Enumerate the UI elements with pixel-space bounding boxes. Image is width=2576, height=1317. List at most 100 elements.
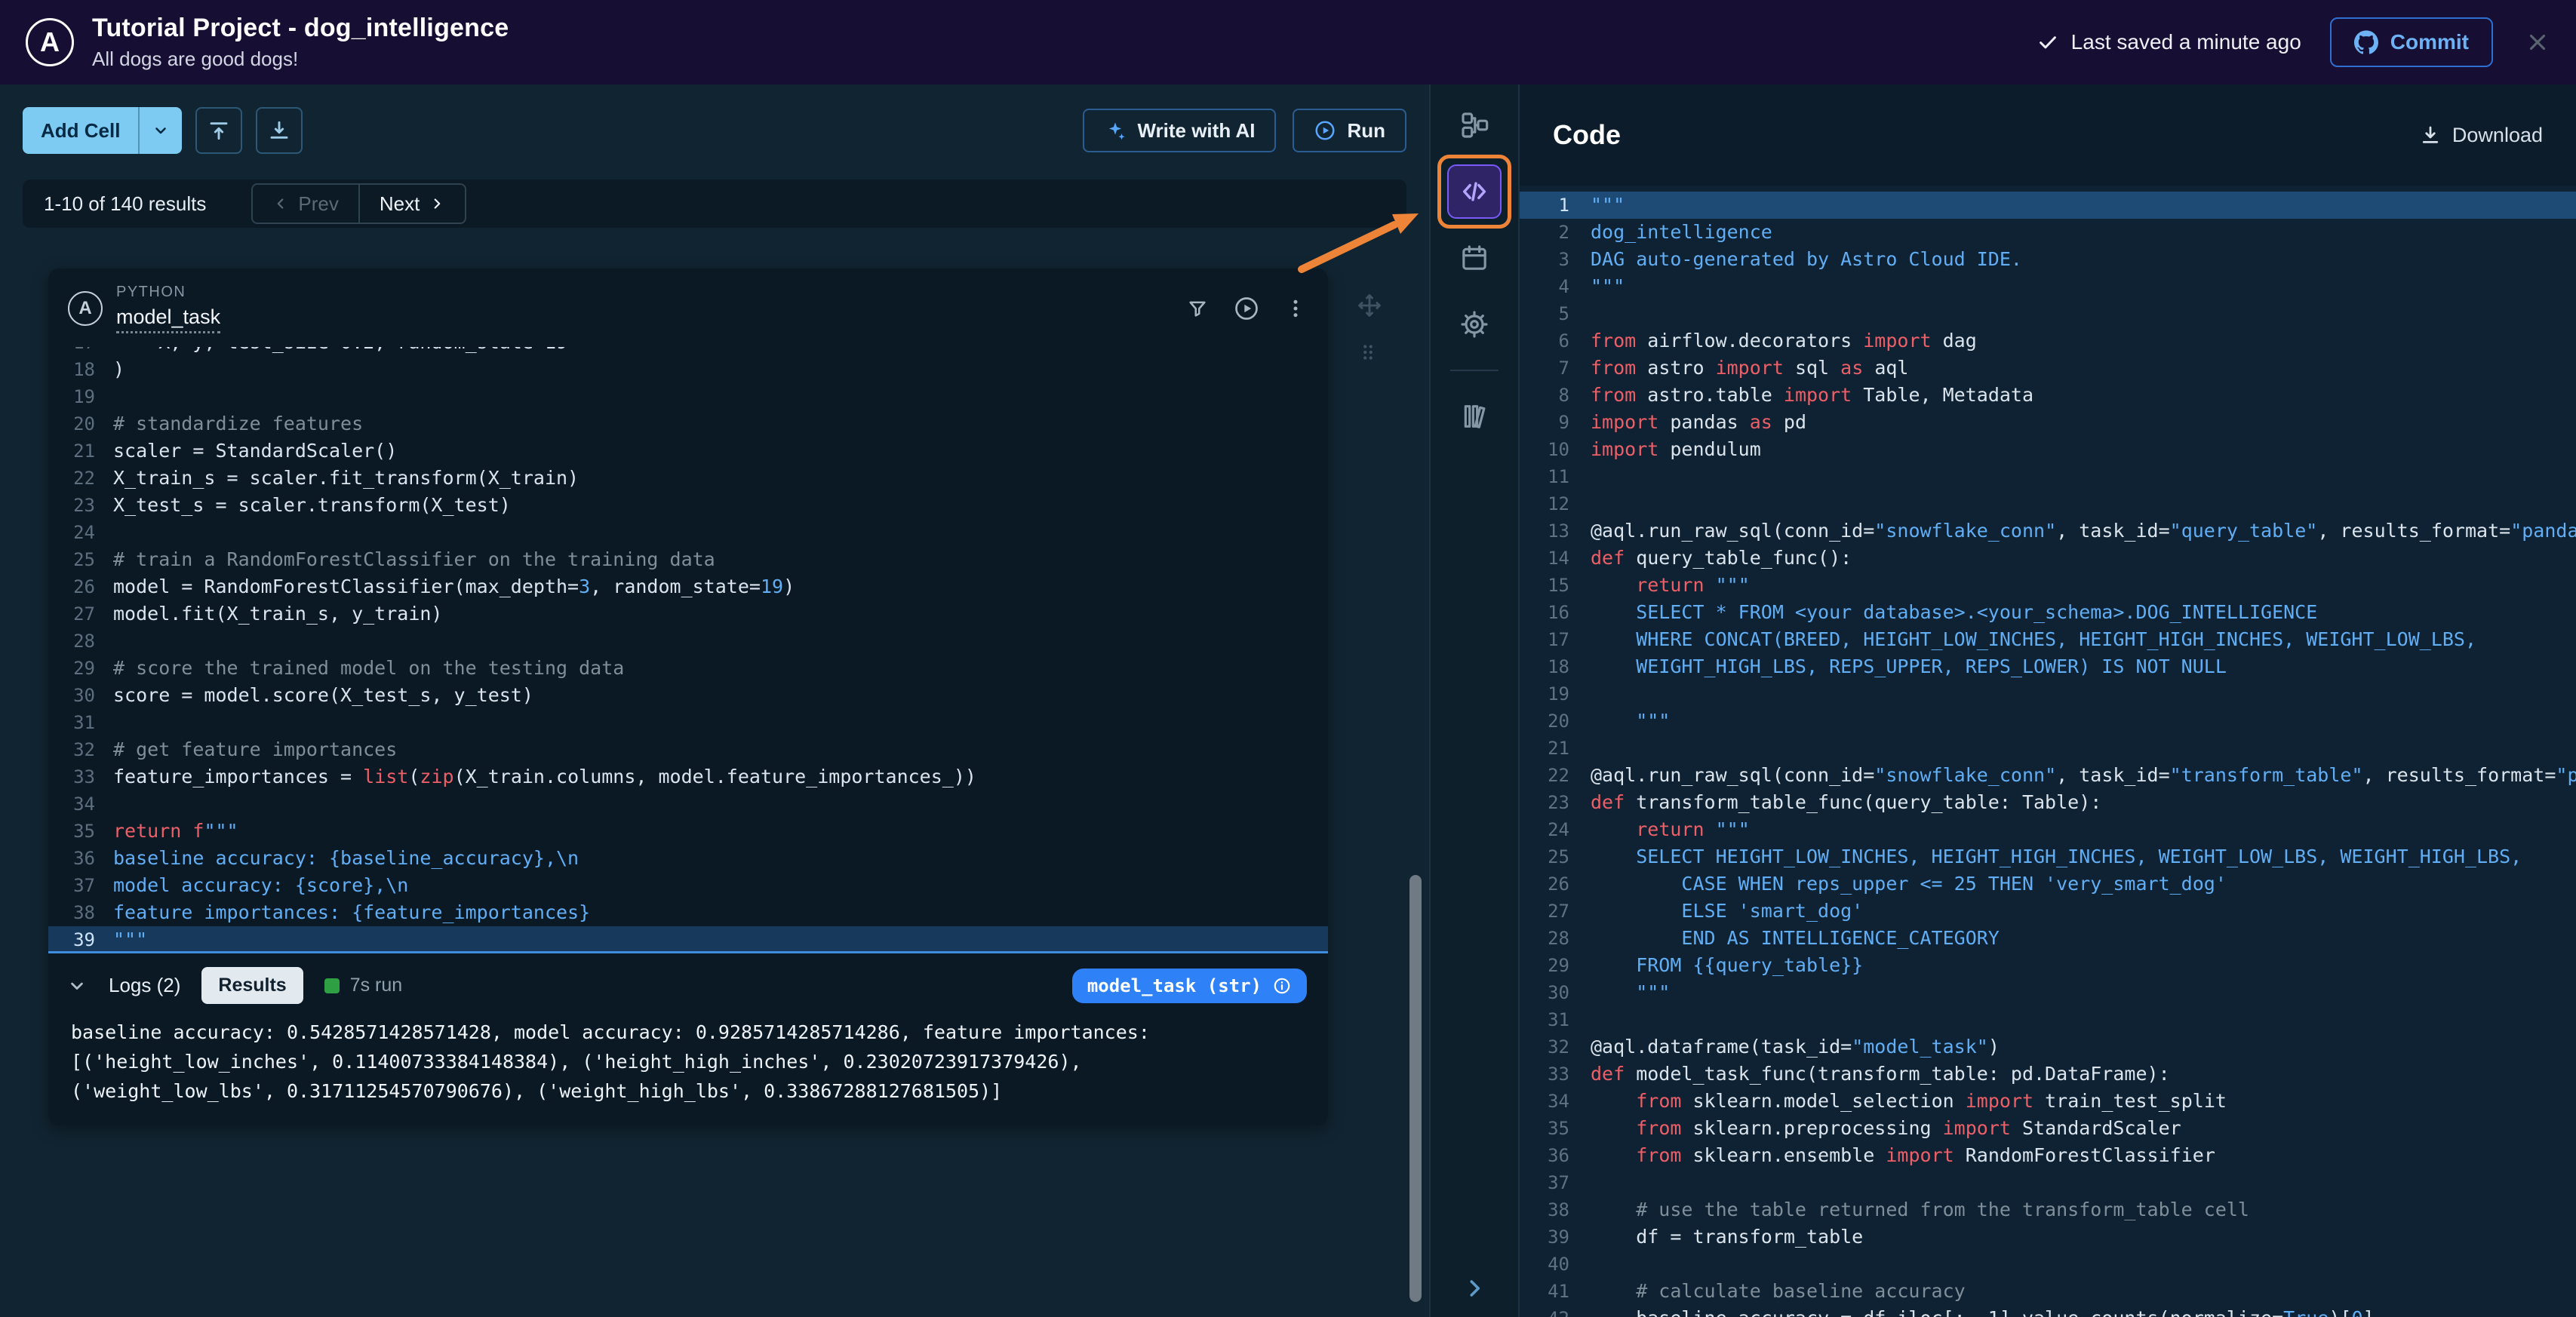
- code-line[interactable]: 5: [1520, 300, 2576, 327]
- code-line[interactable]: 24: [48, 519, 1328, 546]
- insert-cell-above-button[interactable]: [195, 107, 242, 154]
- logs-toggle[interactable]: Logs (2): [109, 974, 180, 997]
- code-line[interactable]: 39""": [48, 926, 1328, 953]
- chevron-down-icon[interactable]: [140, 107, 182, 154]
- commit-button[interactable]: Commit: [2330, 17, 2493, 67]
- code-line[interactable]: 40: [1520, 1251, 2576, 1278]
- code-line[interactable]: 21scaler = StandardScaler(): [48, 437, 1328, 465]
- code-line[interactable]: 41 # calculate baseline accuracy: [1520, 1278, 2576, 1305]
- chevron-down-icon[interactable]: [66, 975, 88, 996]
- code-line[interactable]: 19: [48, 383, 1328, 410]
- close-icon[interactable]: [2525, 29, 2550, 55]
- code-line[interactable]: 34 from sklearn.model_selection import t…: [1520, 1088, 2576, 1115]
- run-button[interactable]: Run: [1293, 109, 1406, 152]
- line-number: 19: [48, 383, 95, 410]
- move-cell-icon[interactable]: [1357, 293, 1382, 318]
- code-line[interactable]: 33feature_importances = list(zip(X_train…: [48, 763, 1328, 791]
- code-line[interactable]: 37: [1520, 1169, 2576, 1196]
- code-line[interactable]: 22@aql.run_raw_sql(conn_id="snowflake_co…: [1520, 762, 2576, 789]
- schedule-icon[interactable]: [1447, 231, 1502, 285]
- code-line[interactable]: 16 SELECT * FROM <your database>.<your_s…: [1520, 599, 2576, 626]
- code-line[interactable]: 36 from sklearn.ensemble import RandomFo…: [1520, 1142, 2576, 1169]
- results-tab[interactable]: Results: [201, 967, 303, 1004]
- cell-code-editor[interactable]: 17 X, y, test_size=0.2, random_state=191…: [48, 347, 1328, 953]
- library-icon[interactable]: [1447, 389, 1502, 444]
- code-line[interactable]: 36baseline accuracy: {baseline_accuracy}…: [48, 845, 1328, 872]
- code-icon[interactable]: [1447, 164, 1502, 219]
- code-line[interactable]: 25# train a RandomForestClassifier on th…: [48, 546, 1328, 573]
- output-type-badge[interactable]: model_task (str): [1072, 969, 1307, 1003]
- code-line[interactable]: 15 return """: [1520, 572, 2576, 599]
- code-line[interactable]: 18): [48, 356, 1328, 383]
- drag-grid-icon[interactable]: [1357, 341, 1382, 364]
- dag-code-editor[interactable]: 1"""2dog_intelligence3DAG auto-generated…: [1520, 186, 2576, 1317]
- write-with-ai-button[interactable]: Write with AI: [1083, 109, 1276, 152]
- code-line[interactable]: 6from airflow.decorators import dag: [1520, 327, 2576, 355]
- code-line[interactable]: 27model.fit(X_train_s, y_train): [48, 600, 1328, 628]
- code-line[interactable]: 34: [48, 791, 1328, 818]
- filter-icon[interactable]: [1186, 297, 1209, 320]
- code-line[interactable]: 32# get feature importances: [48, 736, 1328, 763]
- code-line[interactable]: 22X_train_s = scaler.fit_transform(X_tra…: [48, 465, 1328, 492]
- code-line[interactable]: 32@aql.dataframe(task_id="model_task"): [1520, 1033, 2576, 1061]
- code-line[interactable]: 23X_test_s = scaler.transform(X_test): [48, 492, 1328, 519]
- insert-cell-below-button[interactable]: [256, 107, 303, 154]
- code-line[interactable]: 20# standardize features: [48, 410, 1328, 437]
- code-line[interactable]: 11: [1520, 463, 2576, 490]
- code-line[interactable]: 18 WEIGHT_HIGH_LBS, REPS_UPPER, REPS_LOW…: [1520, 653, 2576, 680]
- code-line[interactable]: 29 FROM {{query_table}}: [1520, 952, 2576, 979]
- settings-gear-icon[interactable]: [1447, 297, 1502, 352]
- code-line[interactable]: 28 END AS INTELLIGENCE_CATEGORY: [1520, 925, 2576, 952]
- code-line[interactable]: 35 from sklearn.preprocessing import Sta…: [1520, 1115, 2576, 1142]
- code-line[interactable]: 26model = RandomForestClassifier(max_dep…: [48, 573, 1328, 600]
- code-line[interactable]: 26 CASE WHEN reps_upper <= 25 THEN 'very…: [1520, 870, 2576, 898]
- code-line[interactable]: 2dog_intelligence: [1520, 219, 2576, 246]
- add-cell-label[interactable]: Add Cell: [23, 107, 138, 154]
- code-line[interactable]: 19: [1520, 680, 2576, 708]
- code-line[interactable]: 42 baseline_accuracy = df.iloc[:,-1].val…: [1520, 1305, 2576, 1317]
- code-line[interactable]: 10import pendulum: [1520, 436, 2576, 463]
- code-line[interactable]: 30 """: [1520, 979, 2576, 1006]
- code-line[interactable]: 29# score the trained model on the testi…: [48, 655, 1328, 682]
- code-line[interactable]: 14def query_table_func():: [1520, 545, 2576, 572]
- code-line[interactable]: 24 return """: [1520, 816, 2576, 843]
- download-button[interactable]: Download: [2419, 124, 2543, 147]
- cell-name[interactable]: model_task: [116, 305, 220, 333]
- code-line[interactable]: 1""": [1520, 192, 2576, 219]
- code-line[interactable]: 7from astro import sql as aql: [1520, 355, 2576, 382]
- code-line[interactable]: 23def transform_table_func(query_table: …: [1520, 789, 2576, 816]
- code-line[interactable]: 13@aql.run_raw_sql(conn_id="snowflake_co…: [1520, 517, 2576, 545]
- code-line[interactable]: 38 # use the table returned from the tra…: [1520, 1196, 2576, 1223]
- code-line[interactable]: 35return f""": [48, 818, 1328, 845]
- line-number: 40: [1520, 1251, 1569, 1278]
- code-line[interactable]: 28: [48, 628, 1328, 655]
- code-line[interactable]: 37model accuracy: {score},\n: [48, 872, 1328, 899]
- code-line[interactable]: 38feature importances: {feature_importan…: [48, 899, 1328, 926]
- code-line[interactable]: 17 X, y, test_size=0.2, random_state=19: [48, 347, 1328, 356]
- collapse-panel-chevron-icon[interactable]: [1461, 1275, 1488, 1302]
- dag-graph-icon[interactable]: [1447, 98, 1502, 152]
- code-line[interactable]: 39 df = transform_table: [1520, 1223, 2576, 1251]
- code-line[interactable]: 17 WHERE CONCAT(BREED, HEIGHT_LOW_INCHES…: [1520, 626, 2576, 653]
- code-line[interactable]: 30score = model.score(X_test_s, y_test): [48, 682, 1328, 709]
- code-line[interactable]: 25 SELECT HEIGHT_LOW_INCHES, HEIGHT_HIGH…: [1520, 843, 2576, 870]
- next-page-button[interactable]: Next: [358, 185, 465, 223]
- add-cell-button[interactable]: Add Cell: [23, 107, 182, 154]
- code-line[interactable]: 12: [1520, 490, 2576, 517]
- vertical-scrollbar-thumb[interactable]: [1409, 875, 1422, 1302]
- prev-page-button[interactable]: Prev: [253, 185, 358, 223]
- run-cell-icon[interactable]: [1233, 295, 1260, 322]
- project-header: Tutorial Project - dog_intelligence All …: [92, 14, 509, 71]
- code-line[interactable]: 4""": [1520, 273, 2576, 300]
- code-line[interactable]: 9import pandas as pd: [1520, 409, 2576, 436]
- code-line[interactable]: 33def model_task_func(transform_table: p…: [1520, 1061, 2576, 1088]
- code-line[interactable]: 3DAG auto-generated by Astro Cloud IDE.: [1520, 246, 2576, 273]
- code-line[interactable]: 21: [1520, 735, 2576, 762]
- code-line[interactable]: 31: [1520, 1006, 2576, 1033]
- code-line[interactable]: 20 """: [1520, 708, 2576, 735]
- cell-menu-kebab-icon[interactable]: [1284, 297, 1307, 320]
- code-line[interactable]: 8from astro.table import Table, Metadata: [1520, 382, 2576, 409]
- code-line[interactable]: 27 ELSE 'smart_dog': [1520, 898, 2576, 925]
- line-number: 22: [48, 465, 95, 492]
- code-line[interactable]: 31: [48, 709, 1328, 736]
